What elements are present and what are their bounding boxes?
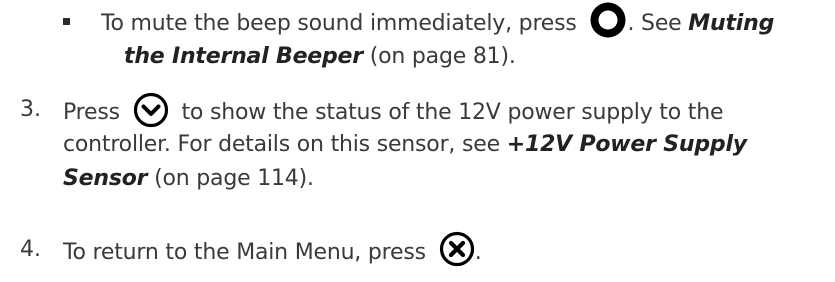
step-3-press: Press xyxy=(63,100,120,125)
bullet-line-1: To mute the beep sound immediately, pres… xyxy=(101,2,774,43)
see-text: . See xyxy=(627,11,682,36)
x-circle-icon xyxy=(439,231,475,267)
step-3-line2-text: controller. For details on this sensor, … xyxy=(63,132,500,157)
bullet-text: To mute the beep sound immediately, pres… xyxy=(101,11,577,36)
step-3-number: 3. xyxy=(20,97,41,122)
step-4-line: To return to the Main Menu, press . xyxy=(63,231,482,271)
power-supply-link-part1[interactable]: +12V Power Supply xyxy=(507,132,747,157)
bullet-line-2: the Internal Beeper (on page 81). xyxy=(124,42,516,72)
muting-link-part1[interactable]: Muting xyxy=(688,11,774,36)
power-supply-link-part2[interactable]: Sensor xyxy=(63,166,147,191)
step-3-page-ref: (on page 114). xyxy=(154,166,314,191)
step-3-line-2: controller. For details on this sensor, … xyxy=(63,130,747,160)
step-3-line-1: Press to show the status of the 12V powe… xyxy=(63,92,724,131)
circle-button-icon xyxy=(589,1,627,39)
step-3-line-3: Sensor (on page 114). xyxy=(63,164,314,194)
chevron-down-circle-icon xyxy=(133,92,169,128)
step-4-period: . xyxy=(474,240,482,265)
step-4-number: 4. xyxy=(20,237,41,262)
step-4-text: To return to the Main Menu, press xyxy=(63,240,426,265)
bullet-marker xyxy=(63,18,70,25)
bullet-page-ref: (on page 81). xyxy=(369,44,516,69)
step-3-text: to show the status of the 12V power supp… xyxy=(181,100,724,125)
muting-link-part2[interactable]: the Internal Beeper xyxy=(124,44,363,69)
